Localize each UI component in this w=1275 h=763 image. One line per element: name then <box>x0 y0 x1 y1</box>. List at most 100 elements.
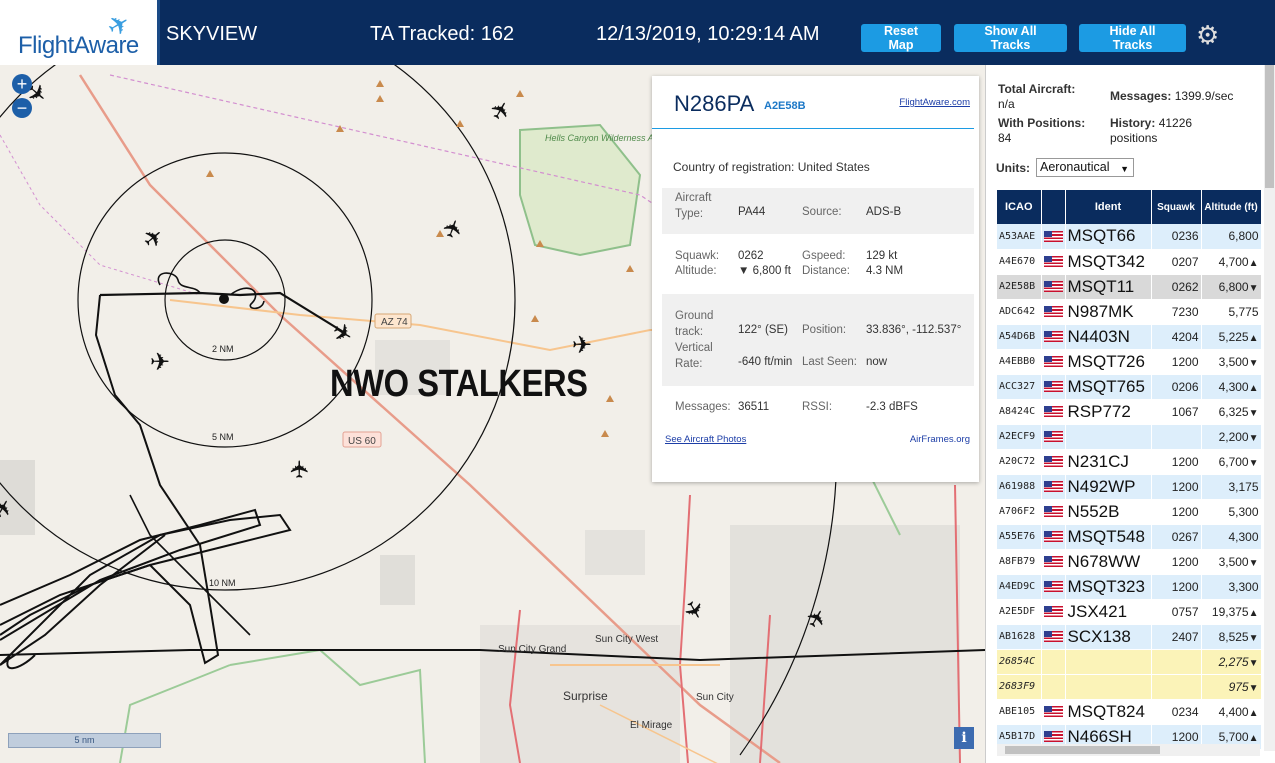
airframes-link[interactable]: AirFrames.org <box>910 434 970 445</box>
col-squawk[interactable]: Squawk <box>1151 190 1202 224</box>
country-label: Country of registration: <box>673 160 795 174</box>
altitude-value: 5,700 <box>1218 729 1249 744</box>
units-label: Units: <box>996 161 1030 175</box>
table-row[interactable]: A2E58B MSQT11 0262 6,800▼ <box>997 274 1262 300</box>
us-flag-icon <box>1043 631 1063 643</box>
us-flag-icon <box>1043 306 1063 318</box>
altitude-value: 4,300 <box>1218 379 1249 394</box>
altitude-value: 3,500 <box>1218 354 1249 369</box>
place-surprise: Surprise <box>563 689 608 703</box>
col-flag[interactable] <box>1041 190 1066 224</box>
cell-squawk: 7230 <box>1151 299 1202 325</box>
altitude-trend-icon: ▲ <box>1248 732 1259 744</box>
table-row[interactable]: ABE105 MSQT824 0234 4,400▲ <box>997 699 1262 725</box>
table-row[interactable]: A4E670 MSQT342 0207 4,700▲ <box>997 249 1262 275</box>
altitude-trend-icon: ▲ <box>1248 257 1259 269</box>
cell-altitude: 4,300 <box>1201 524 1262 550</box>
messages-stat-label: Messages: <box>1110 89 1172 103</box>
us-flag-icon <box>1043 431 1063 443</box>
cell-squawk: 1200 <box>1151 474 1202 500</box>
vertical-scroll-thumb[interactable] <box>1265 65 1274 188</box>
distance-label: Distance: <box>802 265 850 277</box>
flightaware-link[interactable]: FlightAware.com <box>899 97 970 108</box>
aircraft-icon[interactable]: ✈ <box>150 348 170 376</box>
altitude-trend-icon: ▼ <box>1248 657 1259 669</box>
us-flag-icon <box>1043 706 1063 718</box>
cell-ident: MSQT66 <box>1065 224 1152 250</box>
total-aircraft-value: n/a <box>998 97 1015 111</box>
messages-label: Messages: <box>675 401 731 413</box>
flightaware-logo[interactable]: FlightAware ✈ <box>0 0 160 65</box>
us-flag-icon <box>1043 356 1063 368</box>
table-row[interactable]: A61988 N492WP 1200 3,175 <box>997 474 1262 500</box>
table-row[interactable]: A53AAE MSQT66 0236 6,800 <box>997 224 1262 250</box>
aircraft-icon[interactable]: ✈ <box>286 459 314 479</box>
table-row[interactable]: 26854C 2,275▼ <box>997 649 1262 675</box>
info-icon[interactable]: i <box>954 727 974 749</box>
us-flag-icon <box>1043 606 1063 618</box>
cell-icao: ACC327 <box>997 374 1042 400</box>
cell-flag <box>1041 374 1066 400</box>
place-el-mirage: El Mirage <box>630 720 673 731</box>
show-all-tracks-button[interactable]: Show All Tracks <box>954 24 1067 52</box>
cell-ident: MSQT11 <box>1065 274 1152 300</box>
col-icao[interactable]: ICAO <box>997 190 1042 224</box>
altitude-value: 2,275 <box>1218 654 1249 669</box>
cell-squawk: 0262 <box>1151 274 1202 300</box>
us-flag-icon <box>1043 381 1063 393</box>
table-row[interactable]: A8424C RSP772 1067 6,325▼ <box>997 399 1262 425</box>
col-ident[interactable]: Ident <box>1065 190 1152 224</box>
total-aircraft-label: Total Aircraft: <box>998 82 1076 96</box>
cell-icao: A54D6B <box>997 324 1042 350</box>
cell-icao: A4E670 <box>997 249 1042 275</box>
messages-value: 36511 <box>738 401 770 413</box>
position-value: 33.836°, -112.537° <box>866 324 962 336</box>
zoom-out-button[interactable]: − <box>12 98 32 118</box>
table-row[interactable]: A20C72 N231CJ 1200 6,700▼ <box>997 449 1262 475</box>
with-positions-value: 84 <box>998 131 1012 145</box>
popup-hex: A2E58B <box>764 100 806 112</box>
table-row[interactable]: 2683F9 975▼ <box>997 674 1262 700</box>
table-row[interactable]: A706F2 N552B 1200 5,300 <box>997 499 1262 525</box>
reset-map-button[interactable]: Reset Map <box>861 24 941 52</box>
table-row[interactable]: A2E5DF JSX421 0757 19,375▲ <box>997 599 1262 625</box>
zoom-in-button[interactable]: + <box>12 74 32 94</box>
table-row[interactable]: A8FB79 N678WW 1200 3,500▼ <box>997 549 1262 575</box>
horizontal-scroll-thumb[interactable] <box>1005 746 1160 754</box>
table-row[interactable]: ADC642 N987MK 7230 5,775 <box>997 299 1262 325</box>
table-row[interactable]: A55E76 MSQT548 0267 4,300 <box>997 524 1262 550</box>
vertical-scrollbar[interactable] <box>1264 65 1275 751</box>
table-row[interactable]: A2ECF9 2,200▼ <box>997 424 1262 450</box>
us-flag-icon <box>1043 556 1063 568</box>
altitude-trend-icon: ▼ <box>1248 407 1259 419</box>
us-flag-icon <box>1043 506 1063 518</box>
cell-ident: MSQT548 <box>1065 524 1152 550</box>
gear-icon[interactable]: ⚙ <box>1196 20 1219 51</box>
horizontal-scrollbar[interactable] <box>997 744 1260 756</box>
cell-altitude: 3,500▼ <box>1201 349 1262 375</box>
cell-squawk: 1200 <box>1151 449 1202 475</box>
ring-label-5nm: 5 NM <box>212 432 234 442</box>
cell-flag <box>1041 349 1066 375</box>
altitude-value: 3,300 <box>1228 579 1259 594</box>
table-row[interactable]: AB1628 SCX138 2407 8,525▼ <box>997 624 1262 650</box>
altitude-value: 19,375 <box>1211 604 1249 619</box>
cell-ident <box>1065 649 1152 675</box>
table-row[interactable]: A54D6B N4403N 4204 5,225▲ <box>997 324 1262 350</box>
cell-icao: AB1628 <box>997 624 1042 650</box>
altitude-value: 6,800 <box>1218 279 1249 294</box>
altitude-trend-icon: ▲ <box>1248 607 1259 619</box>
source-value: ADS-B <box>866 206 902 218</box>
col-altitude[interactable]: Altitude (ft) <box>1201 190 1262 224</box>
table-row[interactable]: A4EBB0 MSQT726 1200 3,500▼ <box>997 349 1262 375</box>
units-select[interactable]: Aeronautical <box>1036 158 1134 178</box>
table-row[interactable]: ACC327 MSQT765 0206 4,300▲ <box>997 374 1262 400</box>
overlay-caption: NWO STALKERS <box>330 363 588 405</box>
cell-altitude: 5,775 <box>1201 299 1262 325</box>
cell-icao: A2E5DF <box>997 599 1042 625</box>
aircraft-icon[interactable]: ✈ <box>572 331 592 359</box>
hide-all-tracks-button[interactable]: Hide All Tracks <box>1079 24 1186 52</box>
cell-ident: MSQT765 <box>1065 374 1152 400</box>
table-row[interactable]: A4ED9C MSQT323 1200 3,300 <box>997 574 1262 600</box>
aircraft-photos-link[interactable]: See Aircraft Photos <box>665 434 746 445</box>
